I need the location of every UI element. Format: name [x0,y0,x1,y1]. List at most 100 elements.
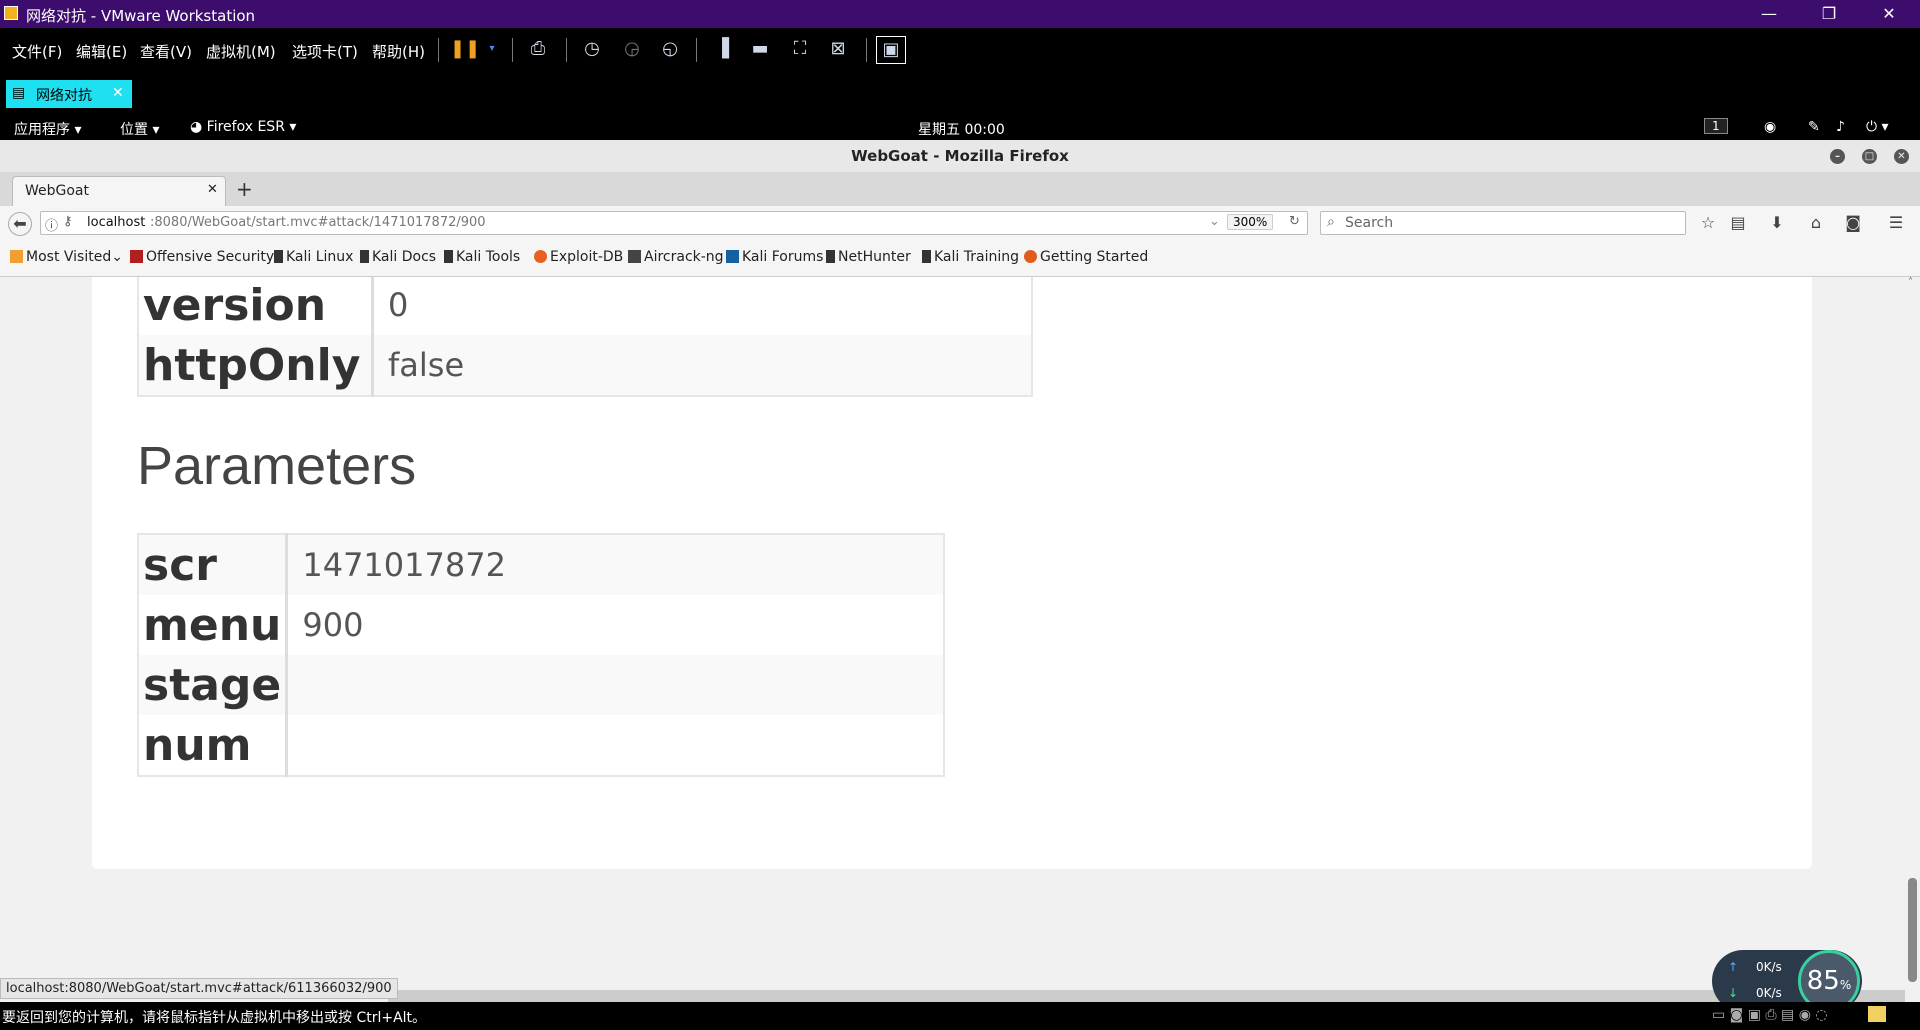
bookmark-kali-tools[interactable]: Kali Tools [444,249,520,265]
menu-tabs[interactable]: 选项卡(T) [292,41,358,62]
vmware-menubar: 文件(F) 编辑(E) 查看(V) 虚拟机(M) 选项卡(T) 帮助(H) ❚❚… [0,28,1920,72]
clock[interactable]: 星期五 00:00 [918,119,1005,139]
kali-dragon-icon [826,250,835,263]
revert-snapshot-icon[interactable]: ◶ [618,36,646,62]
bookmark-kali-training[interactable]: Kali Training [922,249,1019,265]
scroll-up-icon[interactable]: ˄ [1908,277,1913,288]
snapshot-icon[interactable]: ◷ [578,36,606,62]
send-keys-icon[interactable]: ⎙ [524,36,552,62]
firefox-app-menu[interactable]: ◕ Firefox ESR ▾ [190,119,296,135]
bookmark-label: Kali Docs [372,249,437,265]
firefox-minimize-button[interactable]: – [1830,149,1845,164]
firefox-window: WebGoat - Mozilla Firefox – □ ✕ WebGoat … [0,140,1920,1002]
bookmark-nethunter[interactable]: NetHunter [826,249,911,265]
folder-icon [10,250,23,263]
bookmark-kali-forums[interactable]: Kali Forums [726,249,823,265]
tab-close-icon[interactable]: ✕ [207,182,218,197]
reading-list-icon[interactable]: ▤ [1726,212,1750,234]
browser-tab-webgoat[interactable]: WebGoat ✕ [12,176,226,206]
volume-icon[interactable]: ♪ [1836,119,1845,135]
library-icon[interactable]: ▣ [876,36,906,64]
menu-edit[interactable]: 编辑(E) [76,41,127,62]
cookie-key: version [138,277,374,335]
kali-dragon-icon [360,250,369,263]
table-row: httpOnly false [138,335,1032,396]
param-key: scr [138,534,289,595]
bookmark-most-visited[interactable]: Most Visited⌄ [10,249,123,265]
minimize-button[interactable]: — [1740,0,1798,28]
snapshot-manager-icon[interactable]: ◵ [656,36,684,62]
kali-dragon-icon [922,250,931,263]
downloads-icon[interactable]: ⬇ [1765,212,1789,234]
aircrack-icon [628,250,641,263]
home-icon[interactable]: ⌂ [1804,212,1828,234]
vmware-tab-row: ▤ 网络对抗 ✕ [0,72,1920,116]
key-icon: ⚷ [63,214,73,229]
video-icon[interactable]: ◉ [1764,119,1776,135]
menu-file[interactable]: 文件(F) [12,41,62,62]
fullscreen-icon[interactable]: ⛶ [786,36,814,62]
bookmark-aircrack-ng[interactable]: Aircrack-ng [628,249,724,265]
bookmark-star-icon[interactable]: ☆ [1696,212,1720,234]
device-status-icons[interactable]: ▭ ◙ ▣ ⎙ ▤ ◉ ◌ [1712,1007,1828,1023]
download-speed: 0K/s [1756,986,1782,1000]
vertical-scrollbar-thumb[interactable] [1908,878,1917,982]
pocket-icon[interactable]: ◙ [1841,212,1865,234]
firefox-navbar: ⬅ ⓘ ⚷ localhost :8080/WebGoat/start.mvc#… [0,206,1920,241]
pause-icon[interactable]: ❚❚ [450,36,480,62]
bookmark-offensive-security[interactable]: Offensive Security [130,249,274,265]
menu-view[interactable]: 查看(V) [140,41,192,62]
firefox-close-button[interactable]: ✕ [1894,149,1909,164]
firefox-window-title: WebGoat - Mozilla Firefox [851,147,1069,165]
vm-tab-label: 网络对抗 [36,88,92,104]
cookie-value: 0 [388,286,409,324]
param-key: stage [138,655,289,715]
search-input[interactable]: ⌕ Search [1320,211,1686,235]
kali-forums-icon [726,250,739,263]
bookmark-label: Exploit-DB [550,249,624,265]
applications-menu[interactable]: 应用程序 ▾ [14,119,81,139]
vm-tab[interactable]: ▤ 网络对抗 ✕ [6,80,132,108]
firefox-maximize-button[interactable]: □ [1862,149,1877,164]
info-icon[interactable]: ⓘ [45,215,58,234]
places-menu[interactable]: 位置 ▾ [120,119,159,139]
workspace-indicator[interactable]: 1 [1704,118,1728,134]
bookmark-label: Getting Started [1040,249,1149,265]
new-tab-button[interactable]: + [236,177,253,201]
power-icon[interactable]: ⏻ ▾ [1866,119,1889,135]
back-button[interactable]: ⬅ [8,212,32,236]
close-button[interactable]: ✕ [1860,0,1918,28]
unity-icon[interactable]: ⊠ [824,36,852,62]
console-view-icon[interactable]: ▬ [746,36,774,62]
horizontal-scrollbar[interactable] [388,990,1905,1002]
restore-button[interactable]: ❐ [1800,0,1858,28]
power-dropdown-icon[interactable]: ▾ [478,36,506,62]
zoom-level[interactable]: 300% [1227,214,1274,230]
bookmark-kali-docs[interactable]: Kali Docs [360,249,436,265]
reload-icon[interactable]: ↻ [1289,214,1300,229]
toolbar-separator [696,38,697,62]
pen-icon[interactable]: ✎ [1808,119,1820,135]
notes-icon[interactable] [1868,1006,1886,1022]
search-placeholder: Search [1345,215,1394,231]
bookmark-exploit-db[interactable]: Exploit-DB [534,249,623,265]
bookmark-label: NetHunter [838,249,911,265]
bookmark-label: Kali Training [934,249,1019,265]
url-dropdown-icon[interactable]: ⌄ [1209,214,1220,229]
param-key: menu [138,595,289,655]
sidebar-view-icon[interactable]: ▐ [708,36,736,62]
firefox-titlebar: WebGoat - Mozilla Firefox – □ ✕ [0,140,1920,172]
bookmark-label: Kali Tools [456,249,521,265]
bookmark-label: Kali Linux [286,249,354,265]
table-row: version 0 [138,277,1032,335]
table-row: stage [138,655,944,715]
url-bar[interactable]: ⓘ ⚷ localhost :8080/WebGoat/start.mvc#at… [40,211,1308,235]
upload-speed: 0K/s [1756,960,1782,974]
vm-tab-close-icon[interactable]: ✕ [112,85,124,101]
menu-vm[interactable]: 虚拟机(M) [206,41,276,62]
bookmark-kali-linux[interactable]: Kali Linux [274,249,353,265]
menu-help[interactable]: 帮助(H) [372,41,425,62]
exploit-db-icon [534,250,547,263]
bookmark-getting-started[interactable]: Getting Started [1024,249,1148,265]
hamburger-menu-icon[interactable]: ☰ [1884,212,1908,234]
